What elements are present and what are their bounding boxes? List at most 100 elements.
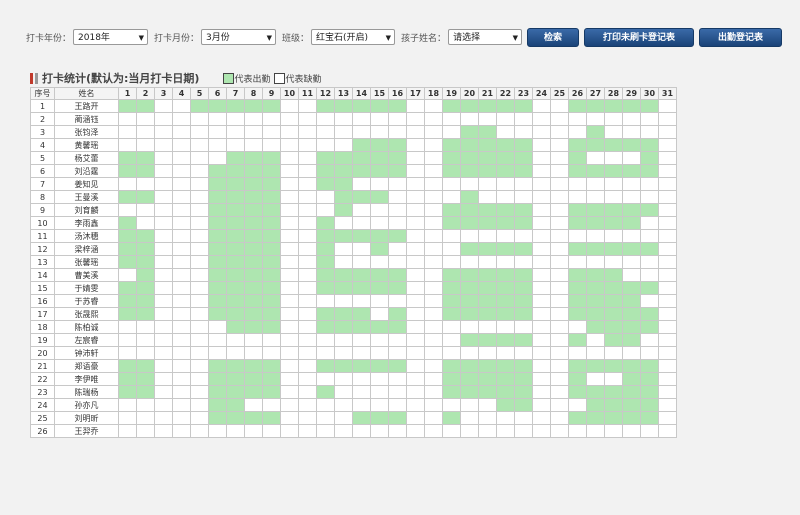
attendance-cell-absent <box>118 398 137 412</box>
attendance-cell-absent <box>298 294 317 308</box>
attendance-cell-present <box>388 359 407 373</box>
attendance-cell-absent <box>424 372 443 386</box>
attendance-cell-present <box>352 229 371 243</box>
attendance-cell-absent <box>640 216 659 230</box>
attendance-cell-absent <box>550 255 569 269</box>
attendance-cell-absent <box>406 268 425 282</box>
attendance-cell-absent <box>280 229 299 243</box>
child-select[interactable]: 请选择 ▼ <box>448 29 523 45</box>
attendance-cell-absent <box>154 398 173 412</box>
attendance-cell-absent <box>658 333 677 347</box>
search-button[interactable]: 检索 <box>527 27 580 47</box>
attendance-cell-present <box>586 138 605 152</box>
year-label: 打卡年份： <box>26 33 72 44</box>
attendance-cell-present <box>586 268 605 282</box>
attendance-cell-absent <box>280 138 299 152</box>
attendance-cell-present <box>136 307 155 321</box>
attendance-cell-absent <box>298 112 317 126</box>
attendance-cell-present <box>118 164 137 178</box>
attendance-cell-absent <box>532 151 551 165</box>
attendance-cell-present <box>208 398 227 412</box>
attendance-cell-present <box>262 294 281 308</box>
attendance-cell-present <box>352 268 371 282</box>
attendance-cell-present <box>478 242 497 256</box>
attendance-cell-absent <box>388 112 407 126</box>
row-index: 11 <box>30 229 55 243</box>
table-row: 21 郑语豪 <box>30 359 677 373</box>
attendance-cell-absent <box>172 164 191 178</box>
attendance-cell-present <box>622 385 641 399</box>
attendance-cell-absent <box>532 112 551 126</box>
attendance-cell-present <box>478 138 497 152</box>
attendance-cell-absent <box>622 424 641 438</box>
attendance-cell-absent <box>442 424 461 438</box>
attendance-cell-absent <box>298 125 317 139</box>
attendance-cell-present <box>604 398 623 412</box>
attendance-cell-absent <box>532 177 551 191</box>
attendance-cell-absent <box>136 320 155 334</box>
day-column-header: 28 <box>604 87 623 100</box>
attendance-cell-absent <box>226 112 245 126</box>
day-column-header: 13 <box>334 87 353 100</box>
attendance-cell-present <box>262 281 281 295</box>
day-column-header: 12 <box>316 87 335 100</box>
attendance-cell-absent <box>550 164 569 178</box>
attendance-cell-absent <box>190 307 209 321</box>
attendance-cell-absent <box>586 151 605 165</box>
table-row: 24 孙亦凡 <box>30 398 677 412</box>
attendance-cell-present <box>118 190 137 204</box>
attendance-cell-present <box>226 398 245 412</box>
attendance-cell-present <box>496 294 515 308</box>
attendance-cell-present <box>640 411 659 425</box>
attendance-cell-absent <box>478 398 497 412</box>
attendance-cell-absent <box>244 398 263 412</box>
attendance-cell-present <box>622 99 641 113</box>
year-select[interactable]: 2018年 ▼ <box>73 29 149 45</box>
attendance-cell-present <box>586 307 605 321</box>
class-value: 红宝石(开启) <box>316 33 369 43</box>
attendance-cell-absent <box>172 151 191 165</box>
attendance-cell-absent <box>136 112 155 126</box>
attendance-cell-absent <box>334 411 353 425</box>
attendance-cell-absent <box>172 424 191 438</box>
attendance-cell-absent <box>532 398 551 412</box>
attendance-cell-present <box>118 151 137 165</box>
attendance-cell-present <box>226 164 245 178</box>
month-select[interactable]: 3月份 ▼ <box>201 29 277 45</box>
print-unswiped-button[interactable]: 打印未刷卡登记表 <box>584 27 695 47</box>
attendance-cell-present <box>640 99 659 113</box>
section-title: 打卡统计(默认为:当月打卡日期) <box>42 72 200 85</box>
row-index: 13 <box>30 255 55 269</box>
attendance-cell-present <box>442 151 461 165</box>
attendance-cell-absent <box>424 229 443 243</box>
attendance-cell-absent <box>496 229 515 243</box>
attendance-cell-present <box>460 372 479 386</box>
attendance-cell-present <box>190 99 209 113</box>
attendance-cell-absent <box>406 125 425 139</box>
day-column-header: 10 <box>280 87 299 100</box>
attendance-cell-absent <box>208 320 227 334</box>
attendance-cell-absent <box>190 151 209 165</box>
attendance-cell-absent <box>118 177 137 191</box>
attendance-cell-present <box>118 255 137 269</box>
attendance-cell-present <box>244 164 263 178</box>
attendance-cell-present <box>568 216 587 230</box>
attendance-cell-absent <box>190 346 209 360</box>
attendance-cell-present <box>352 359 371 373</box>
attendance-cell-absent <box>190 320 209 334</box>
attendance-cell-absent <box>118 320 137 334</box>
attendance-cell-present <box>478 359 497 373</box>
attendance-cell-present <box>496 216 515 230</box>
attendance-cell-absent <box>154 151 173 165</box>
attendance-cell-present <box>604 281 623 295</box>
attendance-cell-absent <box>604 112 623 126</box>
attendance-cell-absent <box>388 424 407 438</box>
class-select[interactable]: 红宝石(开启) ▼ <box>311 29 396 45</box>
attendance-register-button[interactable]: 出勤登记表 <box>699 27 783 47</box>
attendance-cell-present <box>514 216 533 230</box>
attendance-cell-present <box>604 268 623 282</box>
attendance-cell-absent <box>136 424 155 438</box>
attendance-cell-absent <box>550 359 569 373</box>
attendance-cell-present <box>244 320 263 334</box>
day-column-header: 31 <box>658 87 677 100</box>
